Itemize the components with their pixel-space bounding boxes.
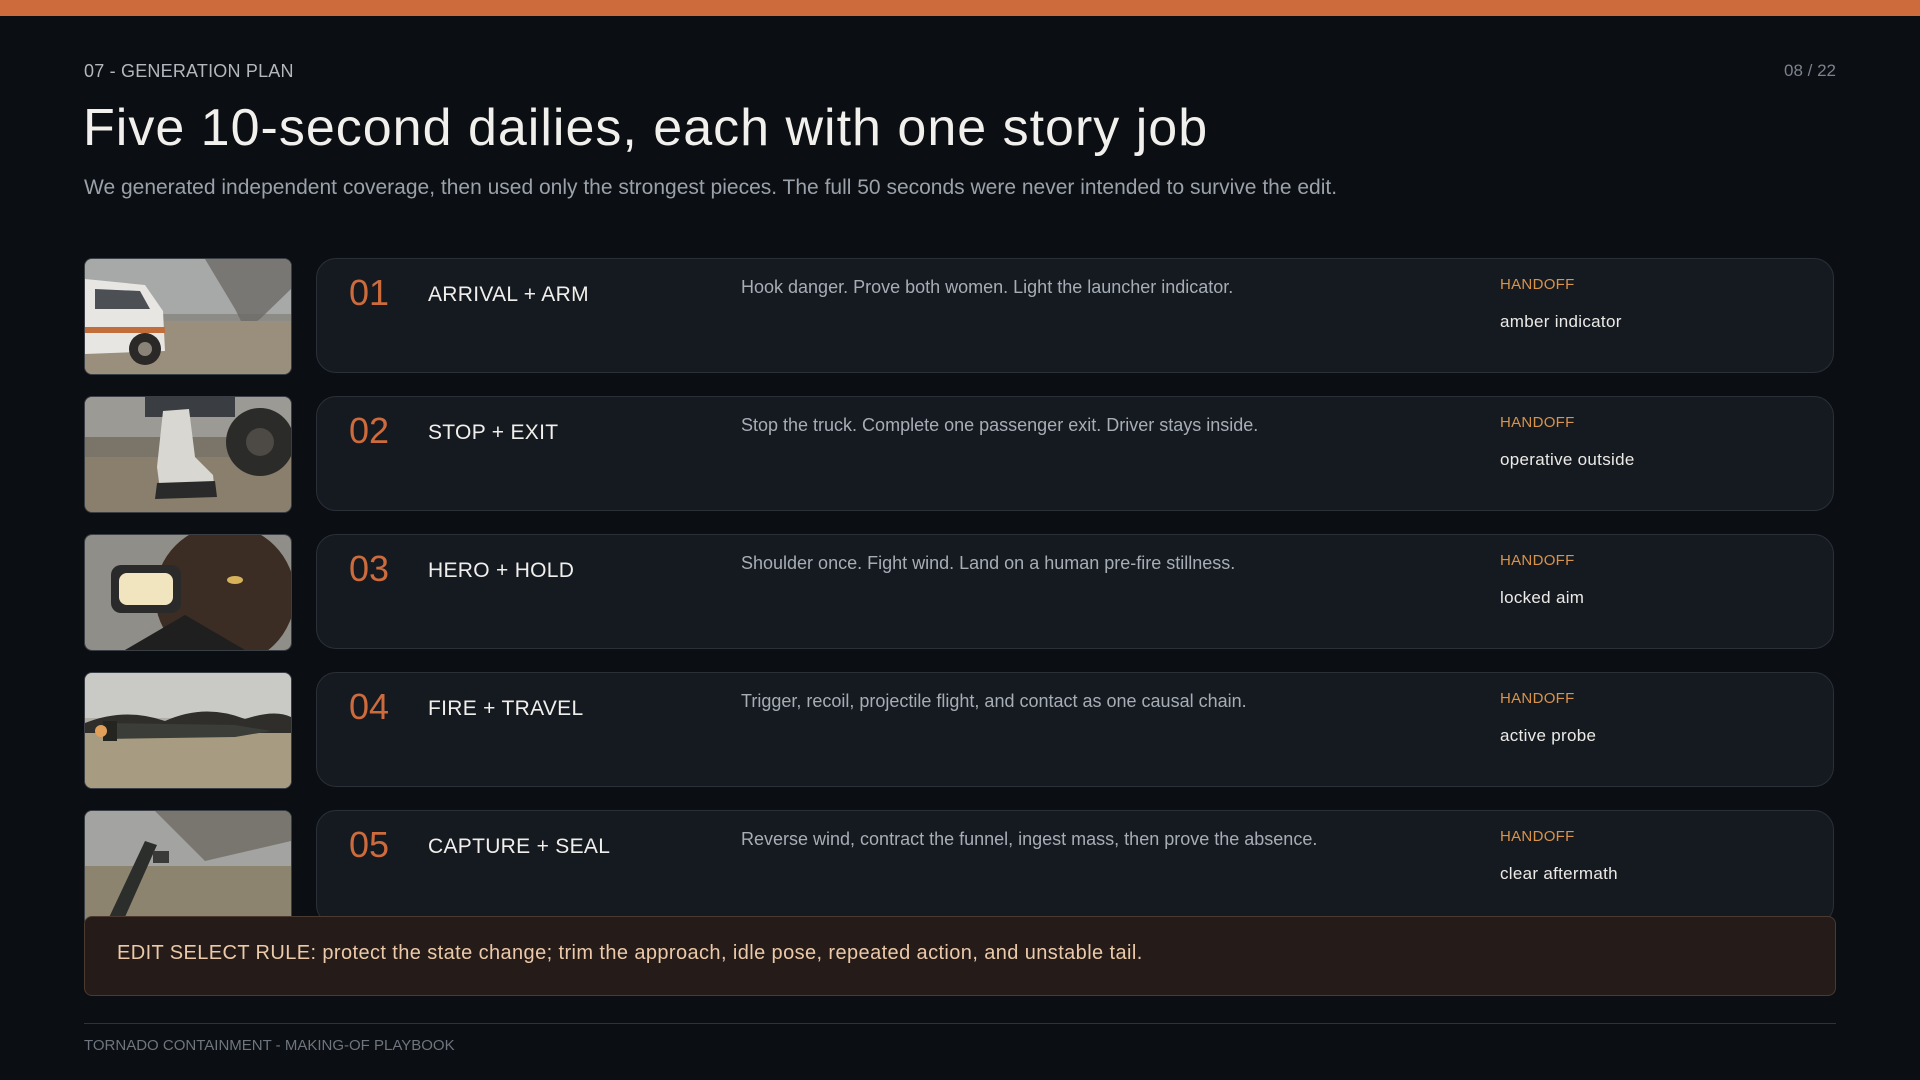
daily-description: Reverse wind, contract the funnel, inges… bbox=[741, 829, 1318, 849]
handoff-label: HANDOFF bbox=[1500, 552, 1575, 569]
section-eyebrow: 07 - GENERATION PLAN bbox=[84, 61, 294, 81]
handoff-label: HANDOFF bbox=[1500, 690, 1575, 707]
handoff-value: amber indicator bbox=[1500, 312, 1622, 331]
handoff-value: operative outside bbox=[1500, 450, 1635, 469]
daily-row: 05 CAPTURE + SEAL Reverse wind, contract… bbox=[84, 810, 1836, 927]
launcher-capture-thumbnail bbox=[84, 810, 292, 927]
daily-description: Shoulder once. Fight wind. Land on a hum… bbox=[741, 553, 1236, 573]
daily-row: 01 ARRIVAL + ARM Hook danger. Prove both… bbox=[84, 258, 1836, 375]
daily-number: 04 bbox=[349, 686, 390, 727]
daily-card: 01 ARRIVAL + ARM Hook danger. Prove both… bbox=[316, 258, 1834, 373]
footer-divider bbox=[84, 1023, 1836, 1024]
aiming-hero-thumbnail bbox=[84, 534, 292, 651]
page-title: Five 10-second dailies, each with one st… bbox=[83, 99, 1209, 157]
daily-description: Stop the truck. Complete one passenger e… bbox=[741, 415, 1259, 435]
handoff-label: HANDOFF bbox=[1500, 276, 1575, 293]
daily-card: 03 HERO + HOLD Shoulder once. Fight wind… bbox=[316, 534, 1834, 649]
page-subtitle: We generated independent coverage, then … bbox=[84, 176, 1338, 199]
edit-select-rule-banner: EDIT SELECT RULE: protect the state chan… bbox=[84, 916, 1836, 996]
daily-description: Trigger, recoil, projectile flight, and … bbox=[741, 691, 1247, 711]
daily-card: 02 STOP + EXIT Stop the truck. Complete … bbox=[316, 396, 1834, 511]
daily-name: STOP + EXIT bbox=[428, 421, 559, 444]
handoff-label: HANDOFF bbox=[1500, 828, 1575, 845]
daily-number: 03 bbox=[349, 548, 390, 589]
truck-tornado-thumbnail bbox=[84, 258, 292, 375]
projectile-thumbnail bbox=[84, 672, 292, 789]
daily-name: HERO + HOLD bbox=[428, 559, 575, 582]
daily-row: 04 FIRE + TRAVEL Trigger, recoil, projec… bbox=[84, 672, 1836, 789]
daily-number: 02 bbox=[349, 410, 390, 451]
top-accent-bar bbox=[0, 0, 1920, 16]
handoff-value: clear aftermath bbox=[1500, 864, 1618, 883]
daily-number: 01 bbox=[349, 272, 390, 313]
daily-row: 02 STOP + EXIT Stop the truck. Complete … bbox=[84, 396, 1836, 513]
daily-card: 04 FIRE + TRAVEL Trigger, recoil, projec… bbox=[316, 672, 1834, 787]
edit-select-rule-text: EDIT SELECT RULE: protect the state chan… bbox=[117, 942, 1143, 964]
daily-description: Hook danger. Prove both women. Light the… bbox=[741, 277, 1234, 297]
boot-exit-thumbnail bbox=[84, 396, 292, 513]
daily-name: FIRE + TRAVEL bbox=[428, 697, 584, 720]
handoff-value: locked aim bbox=[1500, 588, 1585, 607]
daily-name: ARRIVAL + ARM bbox=[428, 283, 589, 306]
handoff-label: HANDOFF bbox=[1500, 414, 1575, 431]
daily-name: CAPTURE + SEAL bbox=[428, 835, 611, 858]
handoff-value: active probe bbox=[1500, 726, 1597, 745]
daily-card: 05 CAPTURE + SEAL Reverse wind, contract… bbox=[316, 810, 1834, 925]
daily-row: 03 HERO + HOLD Shoulder once. Fight wind… bbox=[84, 534, 1836, 651]
footer-text: TORNADO CONTAINMENT - MAKING-OF PLAYBOOK bbox=[84, 1037, 455, 1054]
daily-number: 05 bbox=[349, 824, 390, 865]
page-indicator: 08 / 22 bbox=[1784, 61, 1836, 80]
